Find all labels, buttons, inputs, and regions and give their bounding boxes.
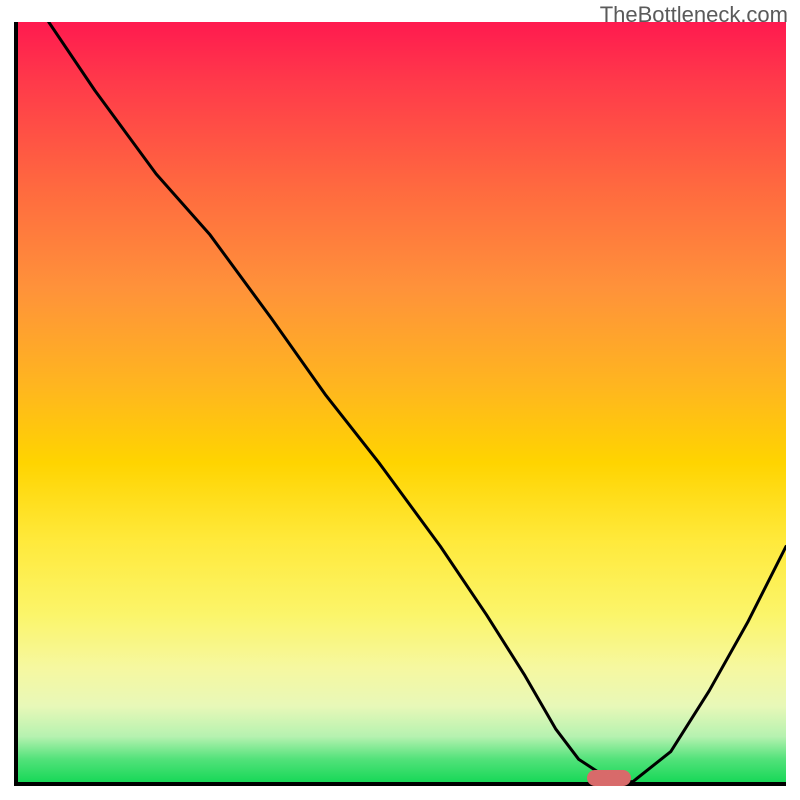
watermark-text: TheBottleneck.com bbox=[600, 2, 788, 28]
x-axis-line bbox=[14, 782, 786, 786]
bottleneck-curve bbox=[49, 22, 786, 782]
plot-area bbox=[18, 22, 786, 782]
optimal-point-marker bbox=[587, 770, 631, 786]
curve-svg bbox=[18, 22, 786, 782]
